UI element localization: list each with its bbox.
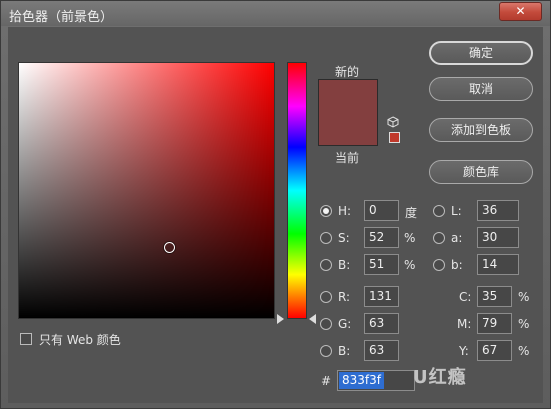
b-label: B: xyxy=(338,258,351,272)
watermark-text: U红瘾 xyxy=(413,367,467,388)
cancel-button[interactable]: 取消 xyxy=(429,77,533,101)
web-colors-label: 只有 Web 颜色 xyxy=(39,333,121,347)
b-input[interactable]: 51 xyxy=(364,254,399,275)
color-field[interactable] xyxy=(18,62,275,319)
c-label: C: xyxy=(459,290,472,304)
y-input[interactable]: 67 xyxy=(477,340,512,361)
radio-a[interactable] xyxy=(433,232,445,244)
new-color-label: 新的 xyxy=(335,65,360,79)
hue-slider-handle-right[interactable] xyxy=(309,314,316,324)
color-libraries-button[interactable]: 颜色库 xyxy=(429,160,533,184)
radio-b[interactable] xyxy=(320,259,332,271)
rgb-b-input[interactable]: 63 xyxy=(364,340,399,361)
c-unit: % xyxy=(518,290,530,304)
hex-label: # xyxy=(321,374,332,388)
current-color-label: 当前 xyxy=(335,151,360,165)
new-color-swatch xyxy=(319,80,377,113)
h-input[interactable]: 0 xyxy=(364,200,399,221)
s-input[interactable]: 52 xyxy=(364,227,399,248)
color-field-cursor[interactable] xyxy=(164,242,175,253)
a-label: a: xyxy=(451,231,463,245)
dialog-title: 拾色器（前景色） xyxy=(9,10,114,25)
radio-r[interactable] xyxy=(320,291,332,303)
close-button[interactable]: ✕ xyxy=(499,2,542,21)
r-label: R: xyxy=(338,290,351,304)
add-to-swatches-button[interactable]: 添加到色板 xyxy=(429,118,533,142)
h-unit: 度 xyxy=(405,206,418,220)
web-colors-checkbox[interactable] xyxy=(20,333,32,345)
radio-h[interactable] xyxy=(320,205,332,217)
lab-b-label: b: xyxy=(451,258,463,272)
g-input[interactable]: 63 xyxy=(364,313,399,334)
color-swatch xyxy=(318,79,378,146)
m-unit: % xyxy=(518,317,530,331)
radio-rgb-b[interactable] xyxy=(320,345,332,357)
s-unit: % xyxy=(404,231,416,245)
h-label: H: xyxy=(338,204,352,218)
rgb-b-label: B: xyxy=(338,344,351,358)
r-input[interactable]: 131 xyxy=(364,286,399,307)
l-label: L: xyxy=(451,204,462,218)
radio-l[interactable] xyxy=(433,205,445,217)
c-input[interactable]: 35 xyxy=(477,286,512,307)
hue-slider[interactable] xyxy=(287,62,307,319)
hex-input[interactable]: 833f3f xyxy=(337,370,415,391)
hue-slider-handle-left[interactable] xyxy=(277,314,284,324)
s-label: S: xyxy=(338,231,350,245)
ok-button[interactable]: 确定 xyxy=(429,41,533,65)
hex-value: 833f3f xyxy=(339,372,384,389)
m-label: M: xyxy=(457,317,472,331)
radio-g[interactable] xyxy=(320,318,332,330)
m-input[interactable]: 79 xyxy=(477,313,512,334)
y-unit: % xyxy=(518,344,530,358)
lab-b-input[interactable]: 14 xyxy=(477,254,519,275)
radio-lab-b[interactable] xyxy=(433,259,445,271)
radio-s[interactable] xyxy=(320,232,332,244)
cube-icon[interactable] xyxy=(387,116,399,128)
g-label: G: xyxy=(338,317,352,331)
current-color-swatch[interactable] xyxy=(319,113,377,145)
b-unit: % xyxy=(404,258,416,272)
a-input[interactable]: 30 xyxy=(477,227,519,248)
color-picker-dialog: 拾色器（前景色） ✕ 只有 Web 颜色 新的 当前 确定 取消 添加到色板 颜… xyxy=(0,0,551,409)
title-bar[interactable]: 拾色器（前景色） ✕ xyxy=(1,1,550,26)
y-label: Y: xyxy=(459,344,469,358)
web-safe-color-swatch[interactable] xyxy=(389,132,400,143)
l-input[interactable]: 36 xyxy=(477,200,519,221)
